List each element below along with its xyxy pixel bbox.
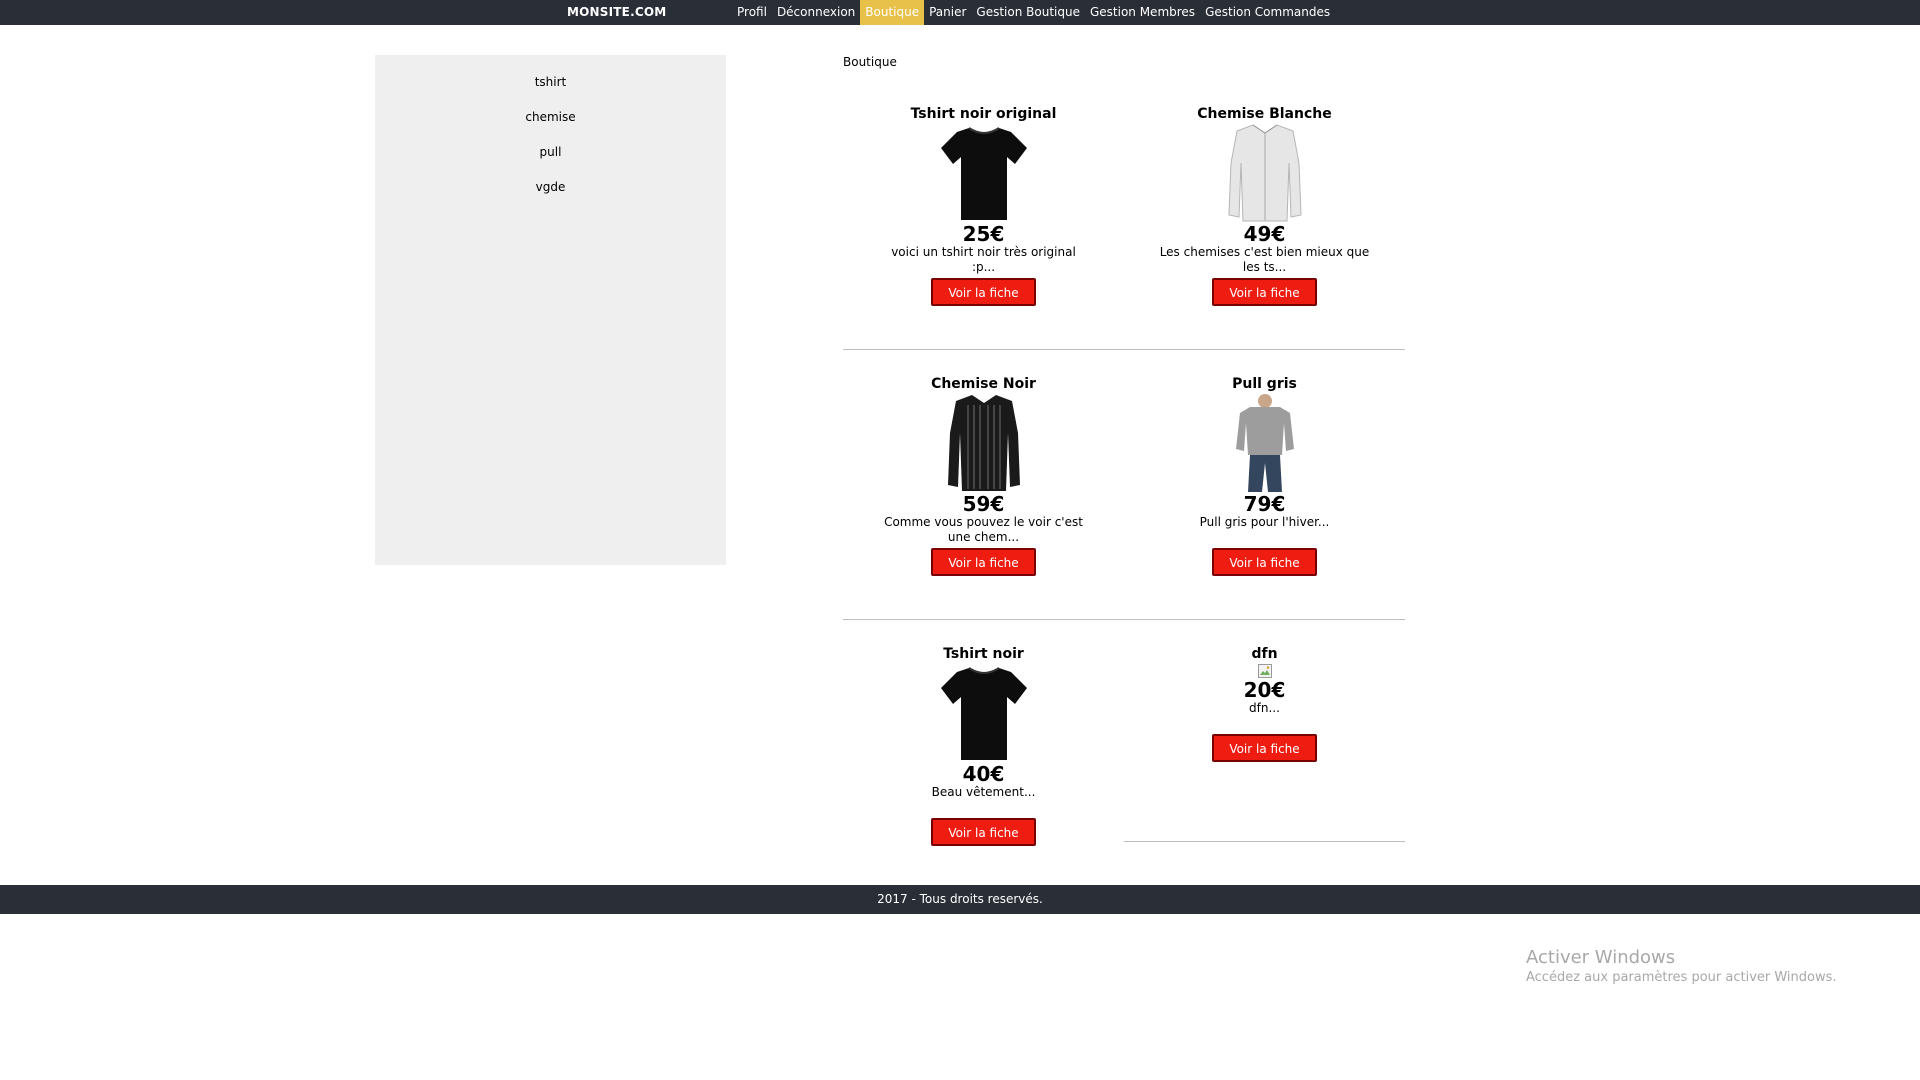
product-description: Comme vous pouvez le voir c'est une chem…: [884, 515, 1083, 544]
footer: 2017 - Tous droits reservés.: [0, 885, 1920, 914]
product-description: Les chemises c'est bien mieux que les ts…: [1159, 245, 1370, 274]
nav-gestion-boutique[interactable]: Gestion Boutique: [971, 0, 1085, 25]
product-price: 59€: [962, 492, 1005, 516]
product-title: Tshirt noir original: [910, 106, 1057, 122]
site-logo[interactable]: MONSITE.COM: [567, 0, 666, 25]
product-title: Chemise Blanche: [1197, 106, 1332, 122]
nav-boutique[interactable]: Boutique: [860, 0, 925, 25]
category-link-pull[interactable]: pull: [375, 144, 726, 179]
nav-profil[interactable]: Profil: [732, 0, 772, 25]
product-price: 40€: [962, 762, 1005, 786]
windows-activation-watermark: Activer Windows Accédez aux paramètres p…: [1526, 947, 1837, 987]
nav-deconnexion[interactable]: Déconnexion: [772, 0, 860, 25]
black-striped-shirt-image[interactable]: [934, 393, 1034, 493]
view-product-button[interactable]: Voir la fiche: [1212, 548, 1317, 576]
view-product-button[interactable]: Voir la fiche: [931, 278, 1036, 306]
top-navbar: MONSITE.COM Profil Déconnexion Boutique …: [0, 0, 1920, 25]
black-tshirt-image[interactable]: [934, 123, 1034, 223]
product-description: Pull gris pour l'hiver...: [1199, 515, 1330, 529]
watermark-subtitle: Accédez aux paramètres pour activer Wind…: [1526, 970, 1837, 985]
product-grid: Tshirt noir original 25€ voici un tshirt…: [843, 80, 1405, 890]
nav-gestion-membres[interactable]: Gestion Membres: [1085, 0, 1200, 25]
product-description: Beau vêtement...: [931, 785, 1036, 799]
product-card: Tshirt noir original 25€ voici un tshirt…: [843, 80, 1124, 350]
view-product-button[interactable]: Voir la fiche: [931, 548, 1036, 576]
main-nav: Profil Déconnexion Boutique Panier Gesti…: [732, 0, 1335, 25]
nav-panier[interactable]: Panier: [924, 0, 971, 25]
product-price: 79€: [1243, 492, 1286, 516]
product-title: Pull gris: [1232, 376, 1297, 392]
product-card: Tshirt noir 40€ Beau vêtement... Voir la…: [843, 620, 1124, 890]
product-card: Pull gris 79€ Pull gris pour l'hiver... …: [1124, 350, 1405, 620]
product-card: Chemise Noir 59€ Comme vous pouvez le vo…: [843, 350, 1124, 620]
white-shirt-image[interactable]: [1215, 123, 1315, 223]
product-price: 49€: [1243, 222, 1286, 246]
category-sidebar: tshirt chemise pull vgde: [375, 55, 726, 565]
grey-sweater-image[interactable]: [1215, 393, 1315, 493]
product-title: Tshirt noir: [943, 646, 1024, 662]
product-title: dfn: [1251, 646, 1278, 662]
black-tshirt-image[interactable]: [934, 663, 1034, 763]
product-card: Chemise Blanche 49€ Les chemises c'est b…: [1124, 80, 1405, 350]
view-product-button[interactable]: Voir la fiche: [1212, 278, 1317, 306]
view-product-button[interactable]: Voir la fiche: [1212, 734, 1317, 762]
product-card: dfn 20€ dfn... Voir la fiche: [1124, 620, 1405, 842]
page-title: Boutique: [843, 55, 897, 69]
category-link-chemise[interactable]: chemise: [375, 109, 726, 144]
view-product-button[interactable]: Voir la fiche: [931, 818, 1036, 846]
broken-image-icon[interactable]: [1256, 663, 1274, 679]
product-title: Chemise Noir: [931, 376, 1036, 392]
product-price: 20€: [1243, 678, 1286, 702]
nav-gestion-commandes[interactable]: Gestion Commandes: [1200, 0, 1335, 25]
category-link-vgde[interactable]: vgde: [375, 179, 726, 214]
product-description: voici un tshirt noir très original :p...: [891, 245, 1076, 274]
product-price: 25€: [962, 222, 1005, 246]
watermark-title: Activer Windows: [1526, 947, 1676, 968]
product-description: dfn...: [1249, 701, 1280, 715]
category-link-tshirt[interactable]: tshirt: [375, 74, 726, 109]
